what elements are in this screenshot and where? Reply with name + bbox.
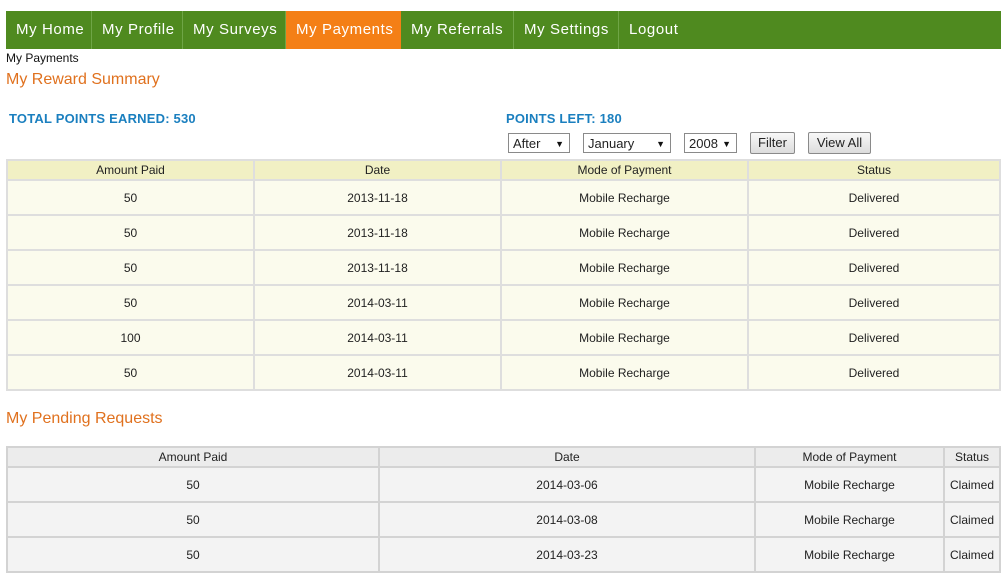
condition-select-value: After [513,136,541,151]
cell-date: 2013-11-18 [255,251,500,284]
cell-mode-of-payment: Mobile Recharge [756,538,943,571]
cell-date: 2014-03-08 [380,503,754,536]
column-header-mode-of-payment: Mode of Payment [502,161,747,179]
nav-my-settings[interactable]: My Settings [514,11,619,49]
cell-amount-paid: 50 [8,181,253,214]
table-row: 50 2013-11-18 Mobile Recharge Delivered [8,181,999,214]
pending-requests-title: My Pending Requests [6,410,163,427]
reward-summary-table: Amount Paid Date Mode of Payment Status … [6,159,1001,391]
table-row: 50 2013-11-18 Mobile Recharge Delivered [8,251,999,284]
nav-my-home[interactable]: My Home [6,11,92,49]
condition-select[interactable]: After ▼ [508,133,570,153]
cell-amount-paid: 50 [8,286,253,319]
cell-amount-paid: 50 [8,468,378,501]
cell-mode-of-payment: Mobile Recharge [756,503,943,536]
cell-amount-paid: 50 [8,251,253,284]
table-row: 50 2014-03-06 Mobile Recharge Claimed [8,468,999,501]
table-row: 50 2014-03-11 Mobile Recharge Delivered [8,356,999,389]
cell-mode-of-payment: Mobile Recharge [502,181,747,214]
table-row: 100 2014-03-11 Mobile Recharge Delivered [8,321,999,354]
pending-requests-table: Amount Paid Date Mode of Payment Status … [6,446,1001,573]
reward-summary-title: My Reward Summary [6,71,160,88]
cell-status: Delivered [749,286,999,319]
cell-status: Delivered [749,356,999,389]
breadcrumb: My Payments [6,51,79,65]
chevron-down-icon: ▼ [555,139,564,149]
nav-my-referrals[interactable]: My Referrals [401,11,514,49]
cell-status: Delivered [749,216,999,249]
cell-date: 2014-03-23 [380,538,754,571]
column-header-status: Status [945,448,999,466]
cell-date: 2013-11-18 [255,216,500,249]
nav-my-payments[interactable]: My Payments [286,11,401,49]
cell-date: 2013-11-18 [255,181,500,214]
table-row: 50 2014-03-08 Mobile Recharge Claimed [8,503,999,536]
cell-date: 2014-03-11 [255,286,500,319]
cell-mode-of-payment: Mobile Recharge [502,321,747,354]
main-nav: My Home My Profile My Surveys My Payment… [6,11,1001,49]
column-header-status: Status [749,161,999,179]
cell-amount-paid: 50 [8,503,378,536]
month-select-value: January [588,136,635,151]
cell-mode-of-payment: Mobile Recharge [502,286,747,319]
nav-my-profile[interactable]: My Profile [92,11,183,49]
chevron-down-icon: ▼ [722,139,731,149]
cell-mode-of-payment: Mobile Recharge [502,251,747,284]
year-select-value: 2008 [689,136,718,151]
column-header-amount-paid: Amount Paid [8,161,253,179]
cell-status: Claimed [945,468,999,501]
table-row: 50 2013-11-18 Mobile Recharge Delivered [8,216,999,249]
cell-amount-paid: 50 [8,538,378,571]
cell-status: Delivered [749,251,999,284]
column-header-date: Date [380,448,754,466]
filter-button[interactable]: Filter [750,132,795,154]
table-row: 50 2014-03-23 Mobile Recharge Claimed [8,538,999,571]
table-header-row: Amount Paid Date Mode of Payment Status [8,448,999,466]
points-left: POINTS LEFT: 180 [506,111,622,126]
cell-amount-paid: 100 [8,321,253,354]
year-select[interactable]: 2008 ▼ [684,133,737,153]
column-header-date: Date [255,161,500,179]
cell-mode-of-payment: Mobile Recharge [756,468,943,501]
table-header-row: Amount Paid Date Mode of Payment Status [8,161,999,179]
table-row: 50 2014-03-11 Mobile Recharge Delivered [8,286,999,319]
total-points-earned: TOTAL POINTS EARNED: 530 [9,111,196,126]
column-header-mode-of-payment: Mode of Payment [756,448,943,466]
cell-status: Delivered [749,321,999,354]
cell-amount-paid: 50 [8,216,253,249]
chevron-down-icon: ▼ [656,139,665,149]
cell-status: Claimed [945,503,999,536]
month-select[interactable]: January ▼ [583,133,671,153]
view-all-button[interactable]: View All [808,132,871,154]
cell-status: Delivered [749,181,999,214]
cell-mode-of-payment: Mobile Recharge [502,216,747,249]
cell-date: 2014-03-06 [380,468,754,501]
nav-my-surveys[interactable]: My Surveys [183,11,286,49]
cell-mode-of-payment: Mobile Recharge [502,356,747,389]
nav-logout[interactable]: Logout [619,11,699,49]
cell-amount-paid: 50 [8,356,253,389]
column-header-amount-paid: Amount Paid [8,448,378,466]
cell-status: Claimed [945,538,999,571]
cell-date: 2014-03-11 [255,321,500,354]
cell-date: 2014-03-11 [255,356,500,389]
